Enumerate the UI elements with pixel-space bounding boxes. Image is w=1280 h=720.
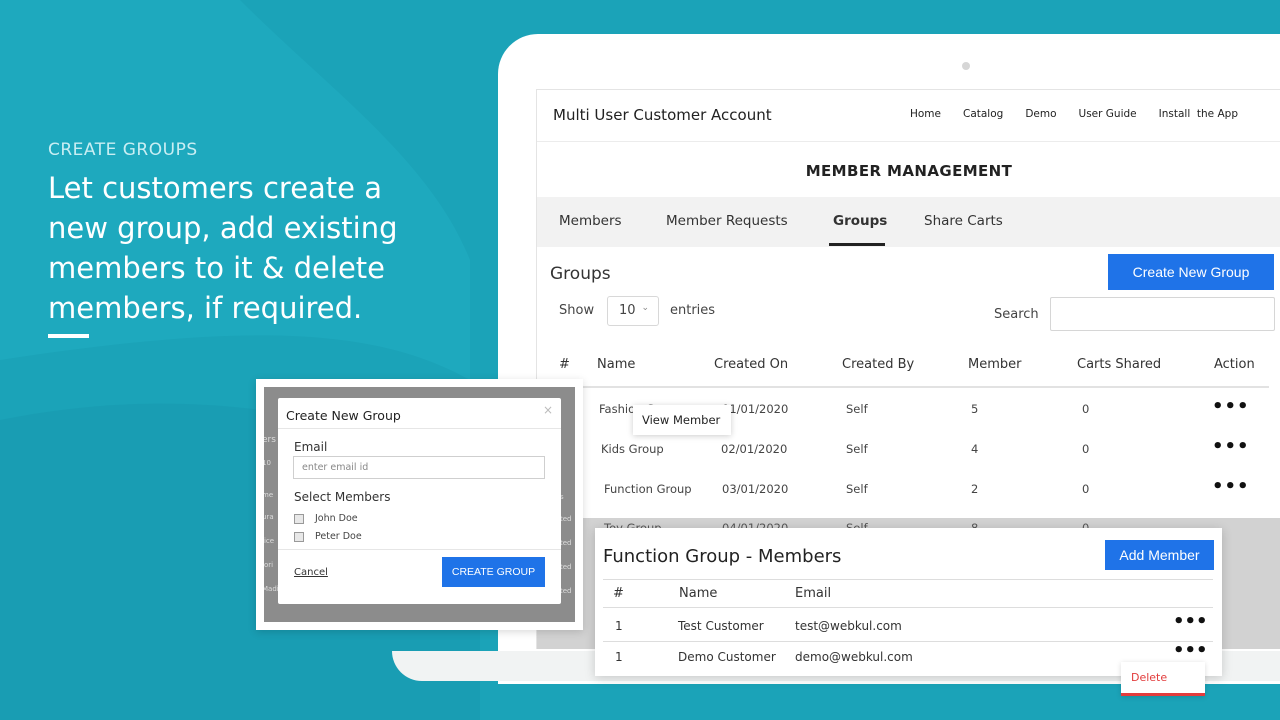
create-group-button[interactable]: CREATE GROUP	[442, 557, 545, 587]
created-on: 03/01/2020	[722, 482, 789, 496]
members-panel-title: Function Group - Members	[603, 546, 842, 567]
groups-heading: Groups	[550, 264, 611, 284]
created-on: 01/01/2020	[722, 402, 789, 416]
close-icon[interactable]: ×	[543, 403, 553, 417]
group-name: Kids Group	[601, 442, 664, 456]
add-member-button[interactable]: Add Member	[1105, 540, 1214, 570]
table-row: Kids Group 02/01/2020 Self 4 0 •••	[561, 430, 1269, 470]
more-actions-icon[interactable]: •••	[1212, 476, 1250, 497]
cancel-link[interactable]: Cancel	[294, 567, 328, 578]
search-label: Search	[994, 307, 1039, 322]
member-name: Test Customer	[678, 619, 764, 633]
member-option-label: Peter Doe	[315, 531, 362, 542]
carts-shared: 0	[1082, 442, 1090, 456]
nav-user-guide[interactable]: User Guide	[1079, 108, 1137, 120]
laptop-camera	[962, 62, 970, 70]
created-by: Self	[846, 442, 868, 456]
backdrop-text: 10	[264, 459, 271, 467]
show-label: Show	[559, 303, 595, 318]
create-group-modal: Create New Group × Email enter email id …	[278, 398, 561, 604]
store-title: Multi User Customer Account	[553, 106, 772, 124]
carts-shared: 0	[1082, 402, 1090, 416]
create-new-group-button[interactable]: Create New Group	[1108, 254, 1274, 290]
nav-home[interactable]: Home	[910, 108, 941, 120]
chevron-down-icon: ⌄	[641, 303, 649, 313]
member-number: 1	[615, 650, 623, 664]
column-header-member[interactable]: Member	[968, 357, 1021, 372]
email-label: Email	[294, 440, 328, 454]
headline-underline	[48, 334, 89, 338]
tab-members[interactable]: Members	[559, 213, 622, 229]
column-header-created-on[interactable]: Created On	[714, 357, 788, 372]
member-number: 1	[615, 619, 623, 633]
tab-groups[interactable]: Groups	[833, 213, 887, 229]
column-header-action: Action	[1214, 357, 1255, 372]
delete-menu-item[interactable]: Delete	[1121, 662, 1205, 696]
modal-divider	[278, 428, 561, 429]
tab-bar: Members Member Requests Groups Share Car…	[537, 197, 1280, 247]
column-header-number: #	[559, 357, 570, 372]
checkbox[interactable]	[294, 513, 304, 524]
member-option-label: John Doe	[315, 513, 358, 524]
nav-demo[interactable]: Demo	[1025, 108, 1056, 120]
table-row: Function Group 03/01/2020 Self 2 0 •••	[561, 470, 1269, 510]
section-kicker: CREATE GROUPS	[48, 140, 198, 160]
group-name: Function Group	[604, 482, 692, 496]
row-divider	[603, 641, 1213, 642]
member-email: demo@webkul.com	[795, 650, 913, 664]
entries-value: 10	[619, 303, 636, 318]
created-by: Self	[846, 482, 868, 496]
column-header-email: Email	[795, 586, 832, 601]
table-header-divider	[603, 607, 1213, 608]
member-option-john[interactable]: John Doe	[294, 513, 358, 524]
marketing-headline: Let customers create a new group, add ex…	[48, 171, 398, 325]
more-actions-icon[interactable]: •••	[1173, 611, 1208, 632]
checkbox[interactable]	[294, 531, 304, 542]
backdrop-text: ers	[264, 435, 276, 445]
tab-member-requests[interactable]: Member Requests	[666, 213, 788, 229]
column-header-name[interactable]: Name	[597, 357, 635, 372]
member-count: 5	[971, 402, 979, 416]
backdrop-text: lice	[264, 537, 275, 545]
entries-label: entries	[670, 303, 716, 318]
column-header-number: #	[613, 586, 624, 601]
store-nav: Home Catalog Demo User Guide Install the…	[910, 108, 1238, 120]
more-actions-icon[interactable]: •••	[1212, 396, 1250, 417]
column-header-name: Name	[679, 586, 718, 601]
page-title: MEMBER MANAGEMENT	[805, 162, 1013, 180]
store-header: Multi User Customer Account Home Catalog…	[537, 90, 1280, 142]
member-email: test@webkul.com	[795, 619, 902, 633]
created-on: 02/01/2020	[721, 442, 788, 456]
column-header-carts-shared[interactable]: Carts Shared	[1077, 357, 1161, 372]
carts-shared: 0	[1082, 482, 1090, 496]
more-actions-icon[interactable]: •••	[1173, 640, 1208, 661]
active-tab-indicator	[829, 243, 885, 246]
modal-footer-divider	[278, 549, 561, 550]
backdrop-text: ura	[264, 513, 274, 521]
table-header-divider	[561, 386, 1269, 388]
column-header-created-by[interactable]: Created By	[842, 357, 914, 372]
view-member-menu-item[interactable]: View Member	[633, 405, 731, 435]
created-by: Self	[846, 402, 868, 416]
nav-catalog[interactable]: Catalog	[963, 108, 1003, 120]
member-count: 2	[971, 482, 979, 496]
select-members-label: Select Members	[294, 490, 391, 504]
search-input[interactable]	[1050, 297, 1275, 331]
backdrop-text: lori	[264, 561, 274, 569]
nav-install-app[interactable]: Install the App	[1159, 108, 1238, 120]
member-name: Demo Customer	[678, 650, 776, 664]
member-count: 4	[971, 442, 979, 456]
member-option-peter[interactable]: Peter Doe	[294, 531, 362, 542]
group-members-panel: Function Group - Members Add Member # Na…	[595, 528, 1222, 676]
delete-label: Delete	[1131, 671, 1168, 684]
tab-share-carts[interactable]: Share Carts	[924, 213, 1003, 229]
panel-divider	[603, 579, 1213, 580]
backdrop-text: Madi	[264, 585, 279, 593]
more-actions-icon[interactable]: •••	[1212, 436, 1250, 457]
entries-select[interactable]: 10 ⌄	[607, 296, 659, 326]
backdrop-text: me	[264, 491, 274, 499]
modal-title: Create New Group	[286, 408, 401, 423]
email-field[interactable]: enter email id	[293, 456, 545, 479]
